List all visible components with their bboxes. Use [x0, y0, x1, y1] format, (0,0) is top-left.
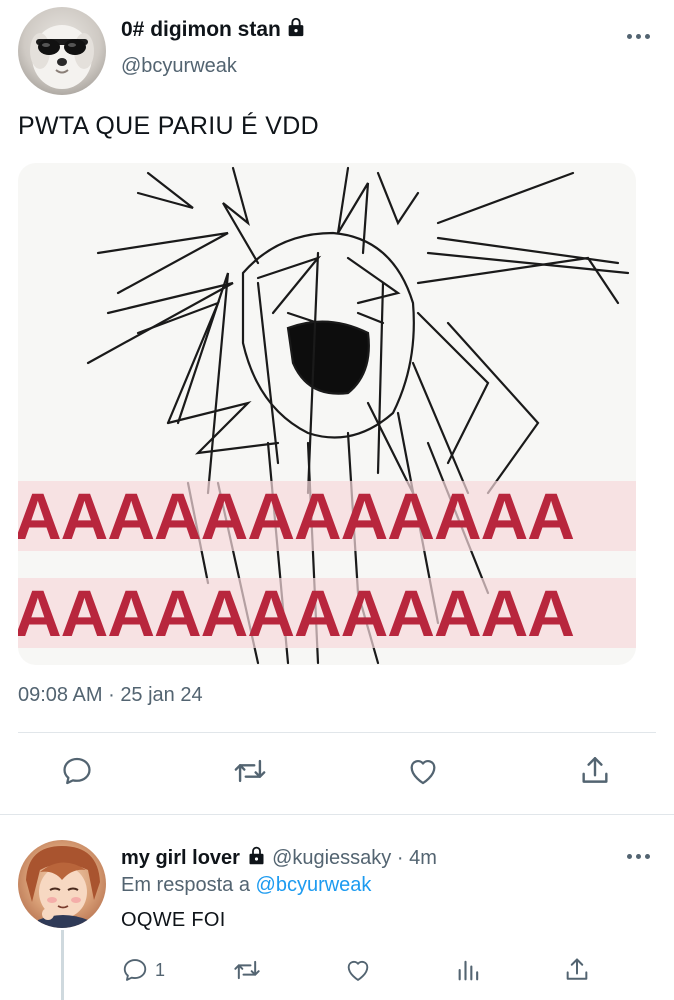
reply-header: my girl lover @kugiessaky · 4m — [121, 845, 437, 872]
reply-share-button[interactable] — [563, 956, 591, 984]
divider — [18, 732, 656, 733]
like-button[interactable] — [405, 754, 441, 788]
meme-scream-text-2: AAAAAAAAAAAA — [18, 576, 575, 650]
thread-connector — [61, 930, 64, 1000]
lock-icon — [285, 16, 307, 43]
in-reply-to-handle[interactable]: @bcyurweak — [256, 874, 372, 896]
in-reply-to-label: Em resposta a — [121, 874, 250, 896]
reply-age[interactable]: 4m — [409, 847, 437, 869]
meme-scream-text-1: AAAAAAAAAAAA — [18, 479, 575, 553]
reply-icon — [123, 959, 147, 981]
share-icon — [582, 757, 608, 783]
reply-text: OQWE FOI — [121, 909, 226, 931]
reply-count: 1 — [155, 959, 166, 980]
like-icon — [347, 961, 369, 981]
author-handle[interactable]: @bcyurweak — [121, 55, 237, 78]
author-avatar[interactable] — [18, 7, 106, 95]
tweet-timestamp[interactable]: 09:08 AM · 25 jan 24 — [18, 684, 203, 707]
reply-icon — [63, 757, 91, 785]
retweet-icon — [234, 960, 260, 980]
meta-separator: · — [108, 684, 115, 706]
reply-reply-button[interactable]: 1 — [121, 956, 165, 984]
reply-like-button[interactable] — [343, 956, 373, 984]
tweet-image[interactable]: AAAAAAAAAAAA AAAAAAAAAAAA — [18, 163, 636, 665]
tweet-date: 25 jan 24 — [120, 684, 203, 706]
divider — [0, 814, 674, 815]
in-reply-to: Em resposta a @bcyurweak — [121, 874, 371, 897]
like-icon — [410, 760, 436, 785]
dog-avatar-image — [30, 25, 94, 89]
tweet-action-bar — [0, 754, 674, 794]
reply-author-name[interactable]: my girl lover — [121, 847, 240, 869]
meta-separator: · — [396, 847, 404, 869]
stats-icon — [458, 960, 479, 981]
anime-avatar-image — [26, 846, 100, 928]
author-name[interactable]: 0# digimon stan — [121, 18, 281, 41]
retweet-button[interactable] — [231, 754, 269, 788]
reply-author-avatar[interactable] — [18, 840, 106, 928]
reply-author-handle[interactable]: @kugiessaky — [272, 847, 391, 869]
lock-icon — [246, 845, 267, 872]
tweet-text: PWTA QUE PARIU É VDD — [18, 112, 319, 140]
reply-button[interactable] — [60, 754, 94, 788]
more-options-icon[interactable] — [627, 34, 650, 39]
tweet-time: 09:08 AM — [18, 684, 103, 706]
reply-retweet-button[interactable] — [231, 956, 263, 984]
reply-more-options-icon[interactable] — [627, 854, 650, 859]
retweet-icon — [234, 759, 266, 783]
reply-stats-button[interactable] — [455, 956, 483, 984]
share-button[interactable] — [578, 754, 612, 788]
share-icon — [566, 958, 588, 980]
